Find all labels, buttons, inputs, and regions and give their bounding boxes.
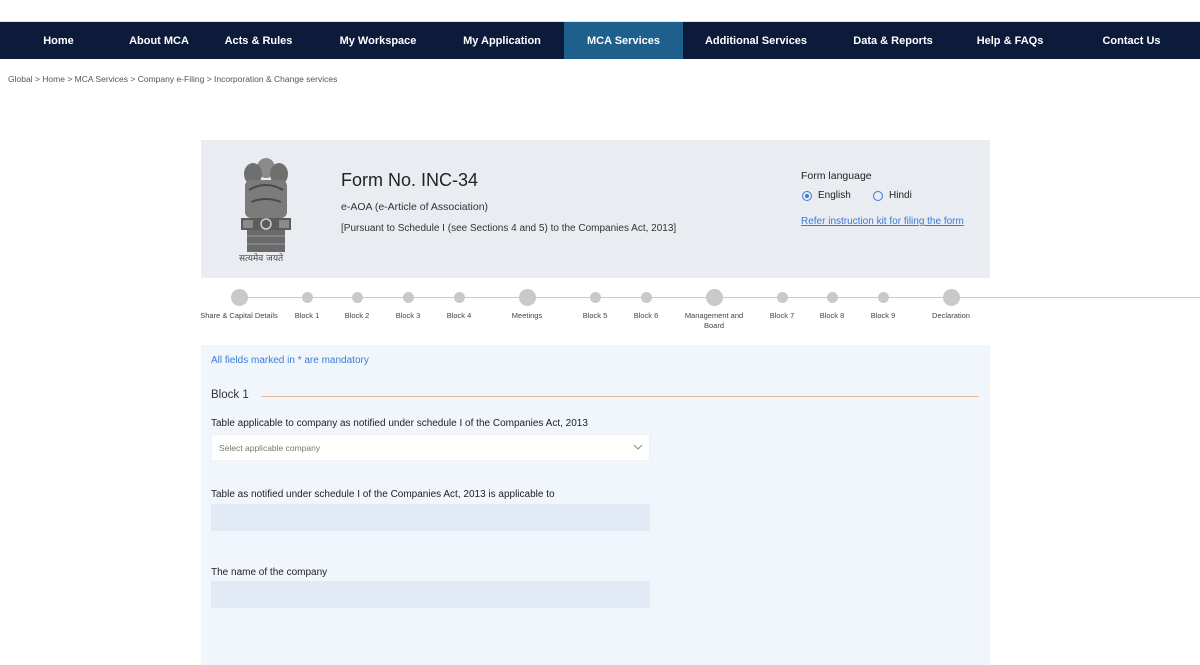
radio-english-icon[interactable] xyxy=(802,190,812,201)
nav-item-about-mca[interactable]: About MCA xyxy=(117,22,201,59)
breadcrumb-separator: > xyxy=(128,74,138,84)
nav-item-my-application[interactable]: My Application xyxy=(440,22,564,59)
breadcrumb-item[interactable]: Incorporation & Change services xyxy=(214,74,337,84)
radio-english-label: English xyxy=(818,190,851,201)
radio-hindi-label: Hindi xyxy=(889,190,912,201)
table-applicable-to-input[interactable] xyxy=(211,504,650,531)
nav-item-mca-services[interactable]: MCA Services xyxy=(564,22,683,59)
breadcrumb-item[interactable]: Company e-Filing xyxy=(138,74,205,84)
nav-item-help-faqs[interactable]: Help & FAQs xyxy=(957,22,1063,59)
breadcrumb: Global > Home > MCA Services > Company e… xyxy=(8,74,337,84)
step-dot[interactable] xyxy=(705,288,723,306)
main-nav: Home About MCA Acts & Rules My Workspace My … xyxy=(0,22,1200,59)
step-dot[interactable] xyxy=(230,288,248,306)
form-stepper: Share & Capital Details Block 1 Block 2 Blo… xyxy=(0,286,1200,336)
company-name-input[interactable] xyxy=(211,581,650,608)
form-pursuant-note: [Pursuant to Schedule I (see Sections 4 … xyxy=(341,223,677,234)
form-body: All fields marked in * are mandatory Blo… xyxy=(201,345,990,665)
step-dot[interactable] xyxy=(942,288,960,306)
applicable-table-label: Table applicable to company as notified … xyxy=(211,418,588,429)
radio-hindi-icon[interactable] xyxy=(873,190,883,201)
form-header-panel: सत्यमेव जयते Form No. INC-34 e-AOA (e-Ar… xyxy=(201,140,990,278)
breadcrumb-separator: > xyxy=(64,74,75,84)
nav-item-my-workspace[interactable]: My Workspace xyxy=(316,22,440,59)
breadcrumb-separator: > xyxy=(204,74,215,84)
form-title: Form No. INC-34 xyxy=(341,170,479,190)
step-dot[interactable] xyxy=(776,291,788,303)
nav-item-contact-us[interactable]: Contact Us xyxy=(1063,22,1200,59)
select-placeholder: Select applicable company xyxy=(219,442,321,453)
block-divider xyxy=(261,396,979,397)
chevron-down-icon xyxy=(633,444,643,450)
step-dot[interactable] xyxy=(589,291,601,303)
step-dot[interactable] xyxy=(301,291,313,303)
step-dot[interactable] xyxy=(351,291,363,303)
nav-item-home[interactable]: Home xyxy=(0,22,117,59)
breadcrumb-item[interactable]: Global xyxy=(8,74,33,84)
nav-item-data-reports[interactable]: Data & Reports xyxy=(829,22,957,59)
mandatory-note: All fields marked in * are mandatory xyxy=(211,355,369,366)
top-strip xyxy=(0,0,1200,22)
company-name-label: The name of the company xyxy=(211,567,328,578)
step-dot-wrap xyxy=(911,286,991,308)
nav-item-acts-rules[interactable]: Acts & Rules xyxy=(201,22,316,59)
language-radio-hindi[interactable]: Hindi xyxy=(873,190,912,201)
table-applicable-to-label: Table as notified under schedule I of th… xyxy=(211,489,555,500)
language-radio-english[interactable]: English xyxy=(802,190,851,201)
breadcrumb-item[interactable]: MCA Services xyxy=(75,74,128,84)
step-dot[interactable] xyxy=(402,291,414,303)
step-declaration[interactable]: Declaration xyxy=(911,286,991,321)
block-title: Block 1 xyxy=(211,389,249,401)
applicable-company-select[interactable]: Select applicable company xyxy=(211,434,650,461)
nav-item-additional-services[interactable]: Additional Services xyxy=(683,22,829,59)
step-dot[interactable] xyxy=(826,291,838,303)
step-dot[interactable] xyxy=(877,291,889,303)
breadcrumb-item[interactable]: Home xyxy=(42,74,65,84)
form-subtitle: e-AOA (e-Article of Association) xyxy=(341,201,489,213)
emblem-caption: सत्यमेव जयते xyxy=(239,254,284,264)
form-language-label: Form language xyxy=(801,170,872,182)
step-dot[interactable] xyxy=(640,291,652,303)
step-dot[interactable] xyxy=(518,288,536,306)
step-dot[interactable] xyxy=(453,291,465,303)
breadcrumb-separator: > xyxy=(32,74,43,84)
instruction-kit-link[interactable]: Refer instruction kit for filing the for… xyxy=(801,216,964,227)
step-label: Declaration xyxy=(932,311,970,320)
